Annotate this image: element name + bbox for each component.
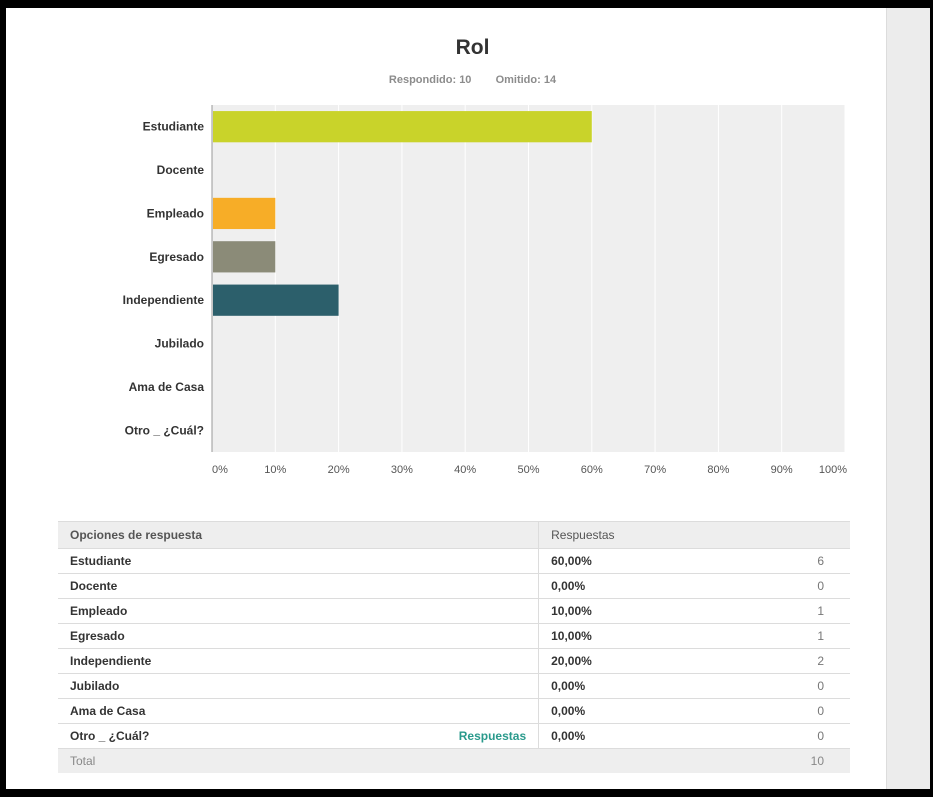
- row-count: 2: [712, 648, 850, 674]
- row-count: 1: [712, 623, 850, 649]
- x-tick-label: 90%: [771, 464, 793, 476]
- row-option: Estudiante: [58, 548, 540, 574]
- row-count: 0: [712, 698, 850, 724]
- table-row: Docente 0,00% 0: [58, 573, 850, 599]
- row-percent: 0,00%: [538, 673, 713, 699]
- x-tick-label: 70%: [644, 464, 666, 476]
- y-category-label: Independiente: [123, 293, 205, 307]
- row-count: 0: [712, 573, 850, 599]
- y-category-label: Estudiante: [143, 120, 205, 134]
- total-count: 10: [712, 748, 850, 773]
- bar: [213, 284, 339, 316]
- row-percent: 0,00%: [538, 723, 713, 749]
- table-row: Ama de Casa 0,00% 0: [58, 698, 850, 724]
- total-label: Total: [58, 748, 539, 773]
- y-category-label: Jubilado: [155, 337, 204, 351]
- row-option: Egresado: [58, 623, 540, 649]
- row-count: 1: [712, 598, 850, 624]
- row-option: Docente: [58, 573, 540, 599]
- x-tick-label: 40%: [454, 464, 476, 476]
- x-tick-label: 50%: [517, 464, 539, 476]
- y-category-label: Otro _ ¿Cuál?: [125, 423, 204, 437]
- table-row: Independiente 20,00% 2: [58, 648, 850, 674]
- row-count: 0: [712, 723, 850, 749]
- y-category-label: Docente: [157, 163, 205, 177]
- row-count: 6: [712, 548, 850, 574]
- x-tick-label: 80%: [707, 464, 729, 476]
- table-total-row: Total 10: [58, 748, 850, 773]
- y-category-label: Empleado: [147, 206, 204, 220]
- y-category-label: Egresado: [149, 250, 204, 264]
- row-option: Otro _ ¿Cuál? Respuestas: [58, 723, 540, 749]
- row-option: Jubilado: [58, 673, 540, 699]
- x-tick-label: 10%: [264, 464, 286, 476]
- responses-link[interactable]: Respuestas: [459, 729, 526, 743]
- bar: [213, 197, 276, 230]
- row-option: Independiente: [58, 648, 540, 674]
- responses-table: Opciones de respuesta Respuestas Estudia…: [58, 521, 850, 773]
- row-percent: 10,00%: [538, 598, 713, 624]
- row-percent: 10,00%: [538, 623, 713, 649]
- row-percent: 20,00%: [538, 648, 713, 674]
- header-responses: Respuestas: [538, 521, 850, 549]
- row-percent: 0,00%: [538, 698, 713, 724]
- total-spacer: [538, 748, 713, 773]
- x-tick-label: 20%: [328, 464, 350, 476]
- row-option: Ama de Casa: [58, 698, 540, 724]
- row-option: Empleado: [58, 598, 540, 624]
- table-row: Otro _ ¿Cuál? Respuestas 0,00% 0: [58, 723, 850, 749]
- row-percent: 60,00%: [538, 548, 713, 574]
- table-header-row: Opciones de respuesta Respuestas: [58, 521, 850, 549]
- bar: [213, 241, 276, 273]
- x-tick-label: 60%: [581, 464, 603, 476]
- y-category-label: Ama de Casa: [129, 380, 205, 394]
- x-tick-label: 100%: [819, 464, 847, 476]
- bar: [213, 111, 592, 143]
- row-count: 0: [712, 673, 850, 699]
- table-row: Estudiante 60,00% 6: [58, 548, 850, 574]
- bar-chart: 0% 10% 20% 30% 40% 50% 60% 70% 80% 90% 100% Estudia…: [123, 105, 847, 476]
- x-tick-label: 0%: [212, 464, 228, 476]
- table-row: Empleado 10,00% 1: [58, 598, 850, 624]
- table-row: Jubilado 0,00% 0: [58, 673, 850, 699]
- row-percent: 0,00%: [538, 573, 713, 599]
- header-options: Opciones de respuesta: [58, 521, 540, 549]
- x-tick-label: 30%: [391, 464, 413, 476]
- table-row: Egresado 10,00% 1: [58, 623, 850, 649]
